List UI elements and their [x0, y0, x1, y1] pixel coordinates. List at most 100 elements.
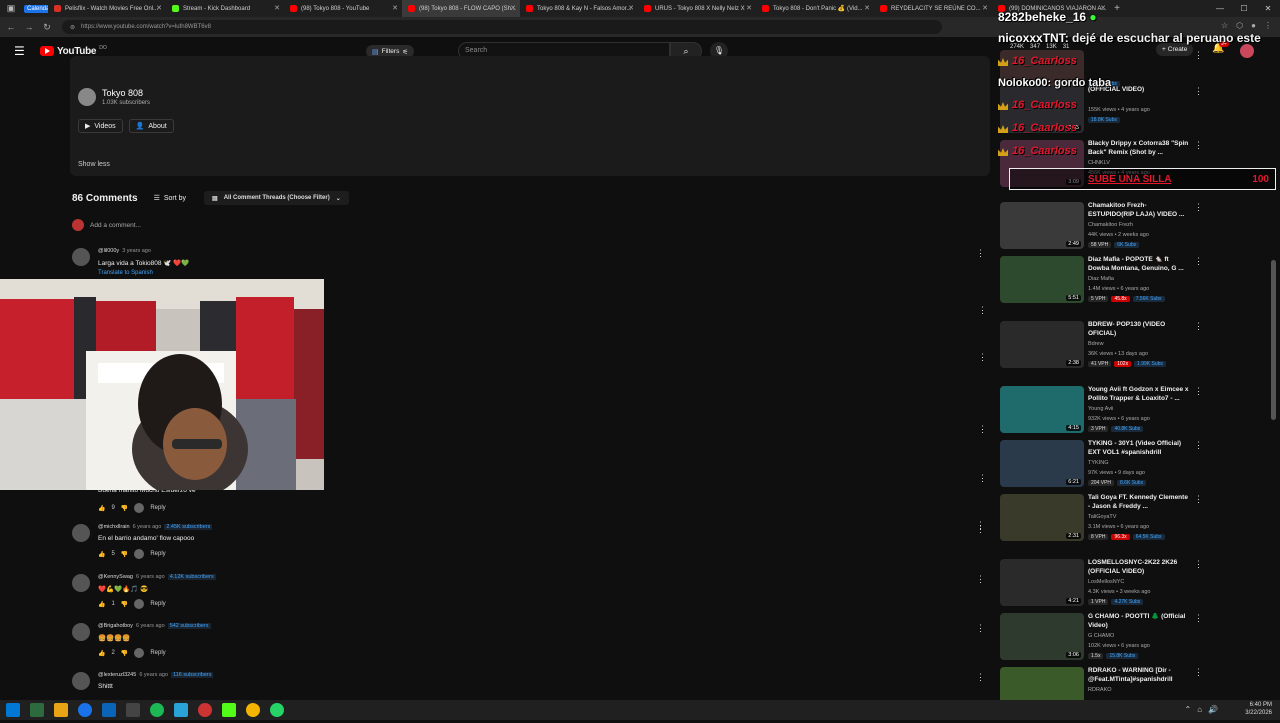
maximize-icon[interactable]: ☐	[1232, 0, 1256, 17]
video-channel[interactable]: LosMellosNYC	[1088, 579, 1124, 585]
video-channel[interactable]: TaliGoyaTV	[1088, 514, 1116, 520]
app-icon[interactable]	[102, 703, 116, 717]
video-thumbnail[interactable]: 2:49	[1000, 202, 1084, 249]
video-title[interactable]: TYKING - 30Y1 (Video Official) EXT VOL1 …	[1088, 440, 1190, 457]
reply-button[interactable]: Reply	[150, 551, 165, 557]
comment-author[interactable]: @KennySwag	[98, 574, 133, 580]
video-channel[interactable]: Young Avii	[1088, 406, 1113, 412]
more-options-icon[interactable]: ⋮	[1194, 50, 1203, 61]
more-options-icon[interactable]: ⋮	[1194, 86, 1203, 97]
video-title[interactable]: Blacky Drippy x Cotorra38 "Spin Back" Re…	[1088, 140, 1190, 157]
related-video-item[interactable]: 2:38 BDREW- POP130 (VIDEO OFICIAL) Bdrew 36…	[998, 321, 1278, 377]
close-icon[interactable]: ✕	[864, 4, 870, 12]
video-channel[interactable]: Chamakitoo Frezh	[1088, 222, 1133, 228]
video-channel[interactable]: RDRAKO	[1088, 687, 1112, 693]
show-less-link[interactable]: Show less	[78, 161, 110, 168]
chrome-menu-icon[interactable]: ⋮	[1264, 21, 1272, 30]
close-icon[interactable]: ✕	[1100, 4, 1106, 12]
video-thumbnail[interactable]: 5:51	[1000, 256, 1084, 303]
chrome-icon[interactable]	[78, 703, 92, 717]
hamburger-menu-icon[interactable]: ☰	[14, 44, 28, 58]
account-avatar[interactable]	[1240, 44, 1254, 58]
related-video-item[interactable]: 4:15 Young Avii ft Godzon x Eimcee x Poll…	[998, 386, 1278, 442]
tab-calendar[interactable]: Calendar	[22, 0, 48, 17]
comment-author[interactable]: @lil000y	[98, 248, 119, 254]
video-channel[interactable]: Diaz Mafia	[1088, 276, 1114, 282]
avatar[interactable]	[72, 623, 90, 641]
video-thumbnail[interactable]: 2:38	[1000, 321, 1084, 368]
related-video-item[interactable]: 5:51 Diaz Mafia - POPOTE 🐁 ft Dowba Monta…	[998, 256, 1278, 312]
video-title[interactable]: Young Avii ft Godzon x Eimcee x Pollito …	[1088, 386, 1190, 403]
add-comment-input[interactable]: Add a comment...	[90, 222, 141, 229]
translate-link[interactable]: Translate to Spanish	[98, 270, 153, 276]
avatar[interactable]	[72, 672, 90, 690]
related-video-item[interactable]: 2:31 Tali Goya FT. Kennedy Clemente - Jas…	[998, 494, 1278, 550]
close-icon[interactable]: ✕	[982, 4, 988, 12]
url-field[interactable]: ⊜ https://www.youtube.com/watch?v=lufn8W…	[62, 20, 942, 34]
video-channel[interactable]: TYKING	[1088, 460, 1108, 466]
more-options-icon[interactable]: ⋮	[976, 672, 985, 683]
close-icon[interactable]: ✕	[274, 4, 280, 12]
channel-name[interactable]: Tokyo 808	[102, 88, 150, 98]
avatar[interactable]	[72, 248, 90, 266]
close-icon[interactable]: ✕	[746, 4, 752, 12]
related-video-item[interactable]: 4:21 LOSMELLOSNYC-2K22 2K26 (OFFICIAL VID…	[998, 559, 1278, 615]
minimize-icon[interactable]: —	[1208, 0, 1232, 17]
video-thumbnail[interactable]: 6:21	[1000, 440, 1084, 487]
more-options-icon[interactable]: ⋮	[976, 574, 985, 585]
like-icon[interactable]: 👍	[98, 551, 105, 558]
youtube-logo[interactable]: YouTube DO	[40, 45, 107, 57]
extension-icon[interactable]: ⬡	[1236, 21, 1243, 30]
like-icon[interactable]: 👍	[98, 505, 105, 512]
dislike-icon[interactable]: 👎	[121, 601, 128, 608]
video-thumbnail[interactable]: 4:21	[1000, 559, 1084, 606]
video-title[interactable]: RDRAKO - WARNING [Dir - @Feat.MTinta]#sp…	[1088, 667, 1190, 684]
app-icon[interactable]	[246, 703, 260, 717]
related-video-item[interactable]: 2:49 Chamakitoo Frezh-ESTUPIDO(RIP LAJA) …	[998, 202, 1278, 258]
video-channel[interactable]: G CHAMO	[1088, 633, 1114, 639]
related-video-item[interactable]: 3:06 G CHAMO - POOTTI 🌲 (Official Video) G…	[998, 613, 1278, 669]
app-icon[interactable]	[30, 703, 44, 717]
like-icon[interactable]: 👍	[98, 650, 105, 657]
tab-youtube-reydelacity[interactable]: REYDELACITY SE REÚNE CO... ✕	[874, 0, 992, 17]
app-icon[interactable]	[126, 703, 140, 717]
more-options-icon[interactable]: ⋮	[978, 352, 987, 363]
video-title[interactable]: LOSMELLOSNYC-2K22 2K26 (OFFICIAL VIDEO)	[1088, 559, 1190, 576]
new-tab-button[interactable]: +	[1110, 3, 1124, 14]
spotify-icon[interactable]	[150, 703, 164, 717]
tab-youtube-urus[interactable]: URUS - Tokyo 808 X Nelly Nelz X ✕	[638, 0, 756, 17]
forward-icon[interactable]: →	[22, 22, 36, 32]
site-info-icon[interactable]: ⊜	[70, 24, 75, 31]
more-options-icon[interactable]: ⋮	[976, 524, 985, 535]
reply-button[interactable]: Reply	[150, 505, 165, 511]
comment-filter-dropdown[interactable]: ▤ All Comment Threads (Choose Filter) ⌄	[204, 191, 349, 205]
dislike-icon[interactable]: 👎	[121, 551, 128, 558]
about-button[interactable]: 👤 About	[128, 119, 174, 133]
videos-button[interactable]: ▶ Videos	[78, 119, 123, 133]
reply-button[interactable]: Reply	[150, 650, 165, 656]
more-options-icon[interactable]: ⋮	[1194, 440, 1203, 451]
more-options-icon[interactable]: ⋮	[1194, 140, 1203, 151]
like-icon[interactable]: 👍	[98, 601, 105, 608]
tab-pelisflix[interactable]: Pelisflix - Watch Movies Free Onl... ✕	[48, 0, 166, 17]
video-thumbnail[interactable]: 3:06	[1000, 613, 1084, 660]
more-options-icon[interactable]: ⋮	[1194, 494, 1203, 505]
app-icon[interactable]	[174, 703, 188, 717]
whatsapp-icon[interactable]	[270, 703, 284, 717]
more-options-icon[interactable]: ⋮	[976, 248, 985, 259]
more-options-icon[interactable]: ⋮	[1194, 559, 1203, 570]
channel-row[interactable]: Tokyo 808 1.03K subscribers	[78, 88, 150, 106]
volume-icon[interactable]: 🔊	[1208, 705, 1218, 714]
avatar[interactable]	[72, 524, 90, 542]
file-explorer-icon[interactable]	[54, 703, 68, 717]
channel-avatar[interactable]	[78, 88, 96, 106]
kick-icon[interactable]	[222, 703, 236, 717]
more-options-icon[interactable]: ⋮	[1194, 386, 1203, 397]
dislike-icon[interactable]: 👎	[121, 505, 128, 512]
bookmark-icon[interactable]: ☆	[1221, 21, 1228, 30]
close-icon[interactable]: ✕	[510, 4, 516, 12]
close-icon[interactable]: ✕	[156, 4, 162, 12]
tab-youtube-active[interactable]: (98) Tokyo 808 - FLOW CAPO (Sh... ✕	[402, 0, 520, 17]
more-options-icon[interactable]: ⋮	[1194, 613, 1203, 624]
profile-icon[interactable]: ●	[1251, 21, 1256, 30]
